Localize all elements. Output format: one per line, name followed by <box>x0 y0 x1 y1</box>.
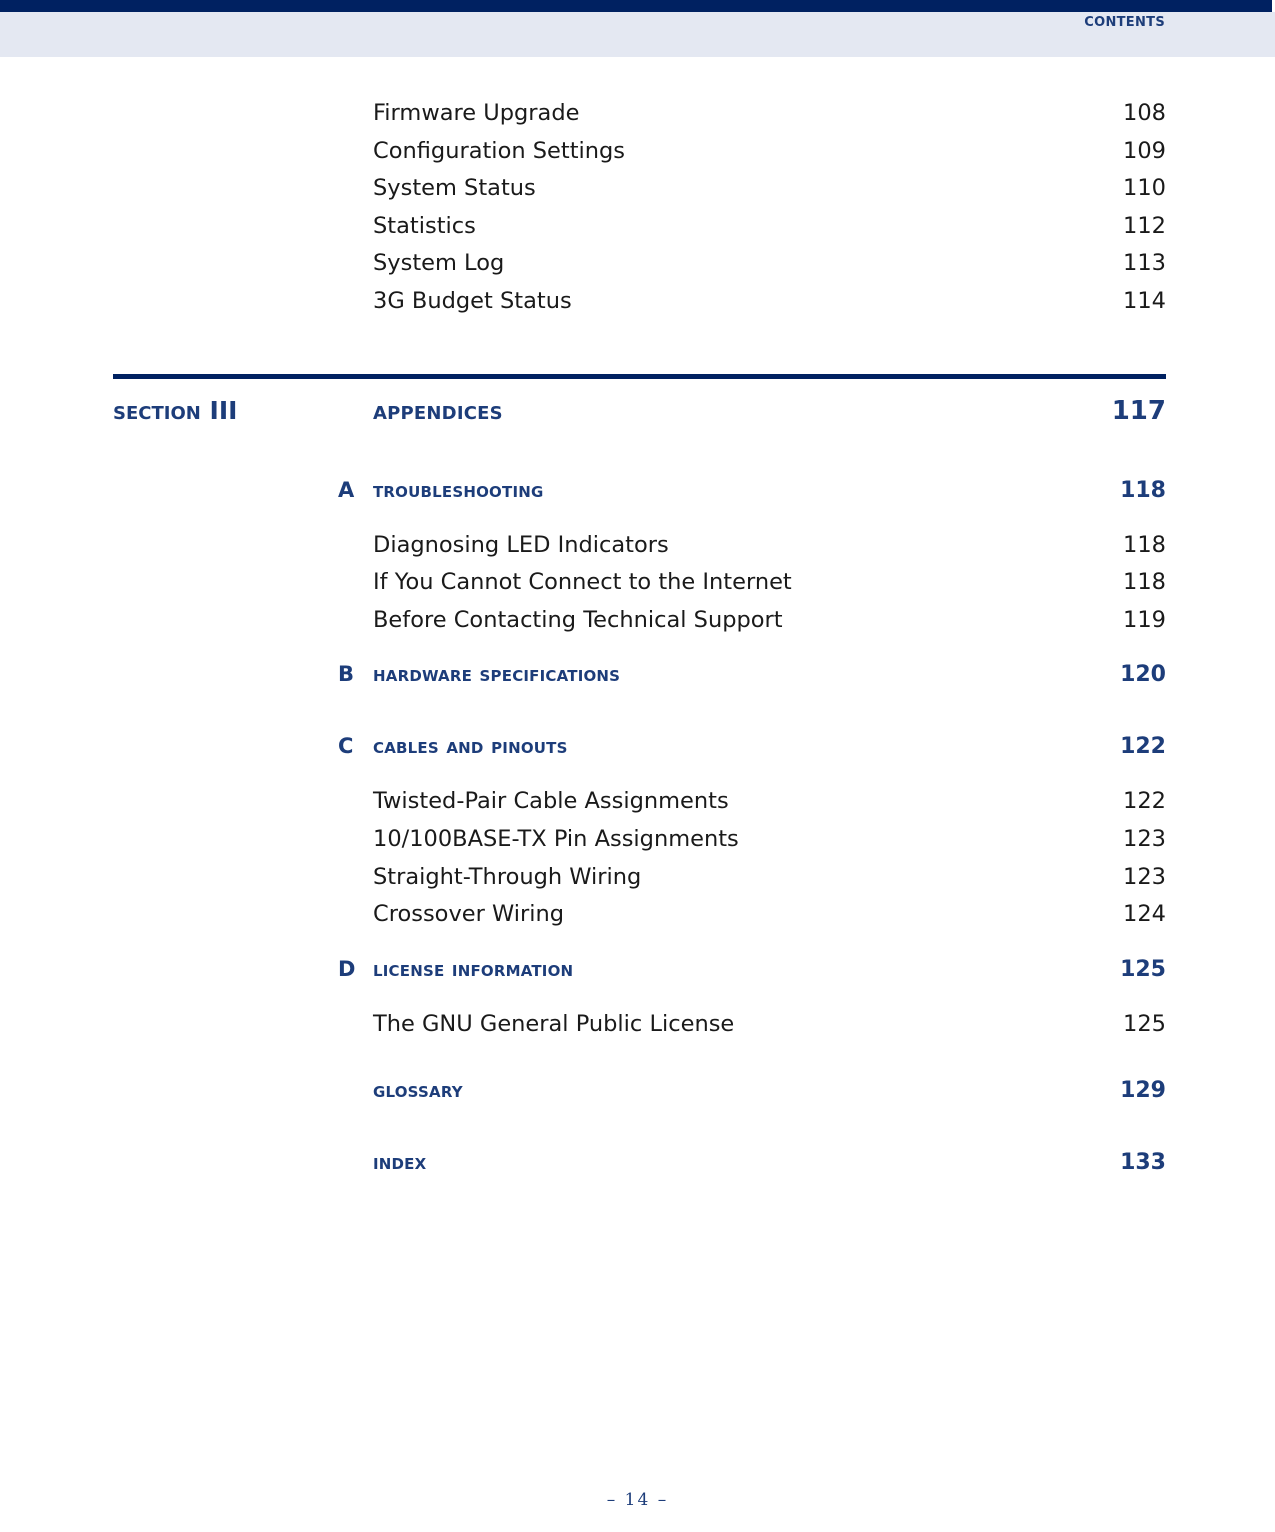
toc-entry-page: 119 <box>1123 606 1166 633</box>
toc-entry[interactable]: Crossover Wiring 124 <box>0 901 1275 939</box>
appendix-page: 120 <box>1120 662 1166 688</box>
toc-entry-page: 113 <box>1123 250 1166 277</box>
toc-entry-page: 118 <box>1123 531 1166 558</box>
glossary-heading[interactable]: Glossary 129 <box>0 1078 1275 1132</box>
toc-entry-page: 110 <box>1123 175 1166 202</box>
section-page: 117 <box>1111 395 1166 426</box>
appendix-heading[interactable]: D License Information 125 <box>0 957 1275 1011</box>
toc-entry[interactable]: Before Contacting Technical Support 119 <box>0 607 1275 645</box>
toc-entry-page: 124 <box>1123 901 1166 928</box>
toc-entry[interactable]: 10/100BASE-TX Pin Assignments 123 <box>0 826 1275 864</box>
toc-entry-page: 123 <box>1123 825 1166 852</box>
appendix-page: 125 <box>1120 956 1166 982</box>
toc-entry[interactable]: System Status 110 <box>0 175 1275 213</box>
toc-entry[interactable]: 3G Budget Status 114 <box>0 288 1275 326</box>
toc-entry-page: 112 <box>1123 212 1166 239</box>
toc-entry-page: 123 <box>1123 863 1166 890</box>
index-page: 133 <box>1120 1150 1166 1176</box>
toc-entry[interactable]: Diagnosing LED Indicators 118 <box>0 532 1275 570</box>
toc-entry[interactable]: Firmware Upgrade 108 <box>0 100 1275 138</box>
header-top-rule <box>0 0 1272 12</box>
toc-entry[interactable]: Statistics 112 <box>0 213 1275 251</box>
section-heading-row[interactable]: Section III Appendices 117 <box>0 374 1275 460</box>
appendix-heading[interactable]: A Troubleshooting 118 <box>0 478 1275 532</box>
toc-entry-page: 108 <box>1123 100 1166 126</box>
toc-entry-page: 118 <box>1123 569 1166 596</box>
appendix-heading[interactable]: C Cables and Pinouts 122 <box>0 734 1275 788</box>
toc-entry-page: 109 <box>1123 137 1166 164</box>
glossary-page: 129 <box>1120 1078 1166 1104</box>
toc-entry[interactable]: The GNU General Public License 125 <box>0 1011 1275 1049</box>
leading-entries-group: Firmware Upgrade 108 Configuration Setti… <box>0 100 1275 326</box>
table-of-contents: Firmware Upgrade 108 Configuration Setti… <box>0 100 1275 1204</box>
toc-entry[interactable]: Twisted-Pair Cable Assignments 122 <box>0 788 1275 826</box>
toc-entry-page: 125 <box>1123 1010 1166 1037</box>
toc-entry[interactable]: Straight-Through Wiring 123 <box>0 864 1275 902</box>
appendix-heading[interactable]: B Hardware Specifications 120 <box>0 662 1275 716</box>
toc-entry-page: 114 <box>1123 287 1166 314</box>
toc-entry[interactable]: System Log 113 <box>0 250 1275 288</box>
section-heading-block: Section III Appendices 117 <box>0 373 1275 460</box>
footer-page-number: – 14 – <box>606 1490 669 1510</box>
toc-entry-page: 122 <box>1123 788 1166 815</box>
running-header-title: Contents <box>1084 9 1165 31</box>
toc-entry[interactable]: Configuration Settings 109 <box>0 138 1275 176</box>
appendix-page: 118 <box>1120 477 1166 503</box>
toc-entry[interactable]: If You Cannot Connect to the Internet 11… <box>0 569 1275 607</box>
index-heading[interactable]: Index 133 <box>0 1150 1275 1204</box>
appendix-page: 122 <box>1120 734 1166 760</box>
